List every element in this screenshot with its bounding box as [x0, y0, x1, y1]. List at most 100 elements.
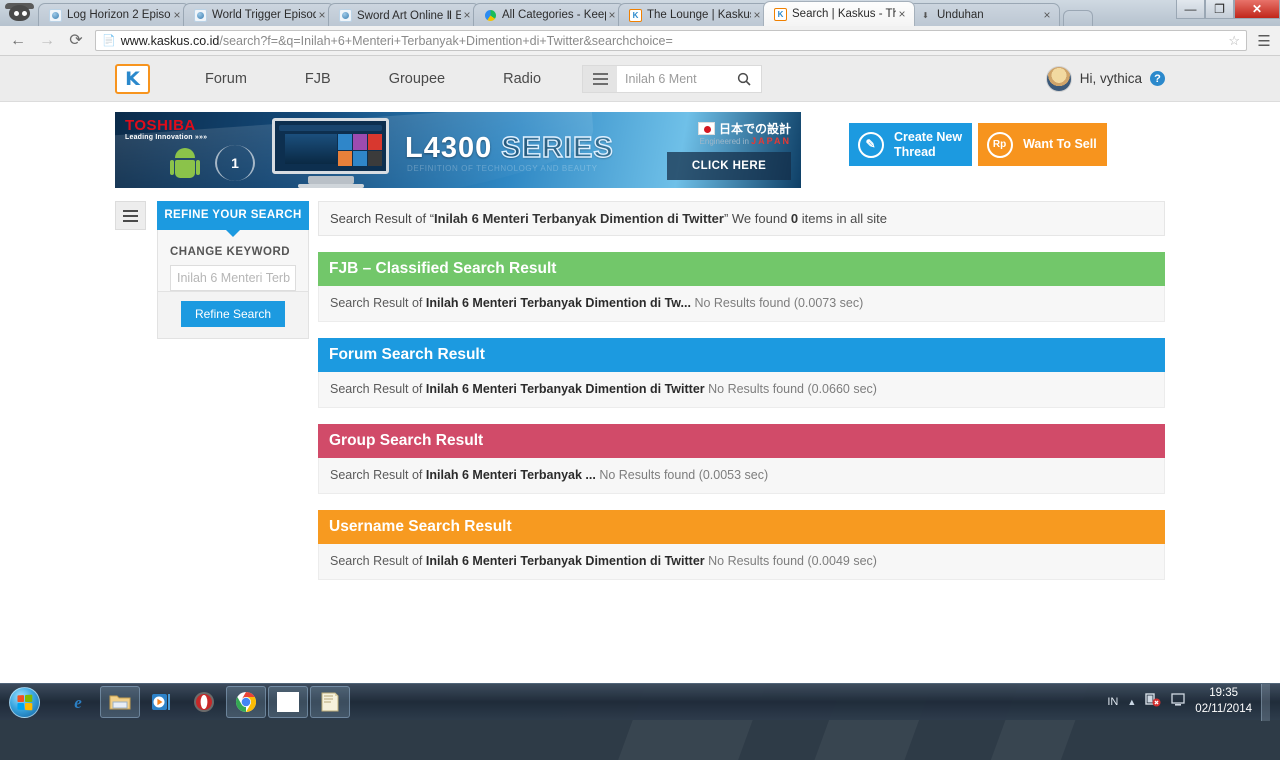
new-tab-button[interactable]: [1063, 10, 1093, 26]
section-title[interactable]: FJB – Classified Search Result: [318, 252, 1165, 286]
bookmark-star-icon[interactable]: ☆: [1220, 33, 1240, 49]
section-title[interactable]: Username Search Result: [318, 510, 1165, 544]
forward-button[interactable]: →: [37, 33, 57, 49]
pencil-icon: ✎: [849, 123, 892, 166]
television-product-image: [272, 118, 389, 186]
browser-tab[interactable]: World Trigger Episod ×: [183, 3, 335, 26]
body-query: Inilah 6 Menteri Terbanyak ...: [426, 468, 596, 482]
display-icon[interactable]: [1170, 692, 1186, 712]
browser-tab[interactable]: Sword Art Online Ⅱ E ×: [328, 3, 480, 26]
back-button[interactable]: ←: [8, 33, 28, 49]
browser-tab-active[interactable]: K Search | Kaskus - The ×: [763, 1, 915, 26]
create-thread-label-2: Thread: [894, 145, 936, 159]
banner-cta-button[interactable]: CLICK HERE: [667, 152, 791, 180]
windows-taskbar: e IN ▲: [0, 683, 1280, 720]
body-prefix: Search Result of: [330, 554, 426, 568]
toshiba-brand: TOSHIBA Leading Innovation »»»: [125, 117, 207, 141]
username-search-section: Username Search Result Search Result of …: [318, 510, 1165, 580]
avatar[interactable]: [1046, 66, 1072, 92]
page-viewport: K Forum FJB Groupee Radio Inilah 6 Ment: [0, 56, 1280, 683]
want-to-sell-button[interactable]: Rp Want To Sell: [978, 123, 1107, 166]
show-desktop-button[interactable]: [1261, 684, 1270, 721]
address-bar[interactable]: 📄 www.kaskus.co.id /search?f=&q=Inilah+6…: [95, 30, 1247, 51]
nav-item-fjb[interactable]: FJB: [276, 71, 360, 87]
download-icon: ⬇: [919, 9, 932, 22]
close-icon[interactable]: ×: [316, 9, 328, 21]
close-icon[interactable]: ×: [461, 9, 473, 21]
create-thread-label-1: Create New: [894, 130, 962, 144]
body-query: Inilah 6 Menteri Terbanyak Dimention di …: [426, 382, 705, 396]
group-search-section: Group Search Result Search Result of Ini…: [318, 424, 1165, 494]
japan-design-badge: 日本での設計: [698, 120, 791, 137]
section-title[interactable]: Forum Search Result: [318, 338, 1165, 372]
chrome-menu-icon[interactable]: ☰: [1256, 32, 1272, 50]
section-body: Search Result of Inilah 6 Menteri Terban…: [318, 544, 1165, 580]
tab-title: The Lounge | Kaskus: [647, 9, 751, 21]
section-body: Search Result of Inilah 6 Menteri Terban…: [318, 286, 1165, 322]
banner-row: TOSHIBA Leading Innovation »»» 1: [115, 112, 1165, 188]
nav-item-groupee[interactable]: Groupee: [360, 71, 474, 87]
media-player-icon[interactable]: [142, 686, 182, 718]
notepad-icon[interactable]: [310, 686, 350, 718]
section-title[interactable]: Group Search Result: [318, 424, 1165, 458]
close-window-button[interactable]: ✕: [1234, 0, 1280, 19]
file-explorer-icon[interactable]: [100, 686, 140, 718]
clock[interactable]: 19:35 02/11/2014: [1195, 686, 1252, 717]
nav-item-radio[interactable]: Radio: [474, 71, 570, 87]
keyword-input[interactable]: Inilah 6 Menteri Terb: [170, 265, 296, 291]
incognito-profile-icon[interactable]: [0, 0, 38, 26]
help-icon[interactable]: ?: [1150, 71, 1165, 86]
body-prefix: Search Result of: [330, 468, 426, 482]
browser-tab[interactable]: ⬇ Unduhan ×: [908, 3, 1060, 26]
google-chrome-icon[interactable]: [226, 686, 266, 718]
refine-search-button[interactable]: Refine Search: [181, 301, 285, 327]
body-status: No Results found (0.0053 sec): [596, 468, 768, 482]
chrome-browser-window: Log Horizon 2 Episod × World Trigger Epi…: [0, 0, 1280, 683]
user-area[interactable]: Hi, vythica ?: [1046, 66, 1165, 92]
close-icon[interactable]: ×: [896, 8, 908, 20]
maximize-button[interactable]: ❐: [1205, 0, 1234, 19]
tab-list: Log Horizon 2 Episod × World Trigger Epi…: [38, 0, 1176, 26]
browser-tab[interactable]: Log Horizon 2 Episod ×: [38, 3, 190, 26]
clock-time: 19:35: [1209, 687, 1238, 699]
blank-window-icon[interactable]: [268, 686, 308, 718]
browser-tab[interactable]: All Categories - Keep ×: [473, 3, 625, 26]
close-icon[interactable]: ×: [751, 9, 763, 21]
kaskus-icon: K: [629, 9, 642, 22]
network-error-icon[interactable]: [1145, 692, 1161, 712]
summary-query: Inilah 6 Menteri Terbanyak Dimention di …: [434, 211, 724, 226]
language-indicator[interactable]: IN: [1107, 696, 1118, 708]
window-controls: — ❐ ✕: [1176, 0, 1280, 26]
internet-explorer-icon[interactable]: e: [58, 686, 98, 718]
minimize-button[interactable]: —: [1176, 0, 1205, 19]
tab-title: Unduhan: [937, 9, 1041, 21]
show-hidden-icons-button[interactable]: ▲: [1127, 697, 1136, 707]
search-input[interactable]: Inilah 6 Ment: [617, 66, 727, 92]
change-keyword-section: CHANGE KEYWORD Inilah 6 Menteri Terb: [157, 230, 309, 292]
body-query: Inilah 6 Menteri Terbanyak Dimention di …: [426, 554, 705, 568]
start-button[interactable]: [0, 685, 48, 720]
create-new-thread-button[interactable]: ✎ Create New Thread: [849, 123, 972, 166]
search-category-menu-icon[interactable]: [583, 66, 617, 92]
engineered-in-japan: Engineered in JAPAN: [700, 136, 791, 146]
sidebar-toggle-button[interactable]: [115, 201, 146, 230]
browser-tab[interactable]: K The Lounge | Kaskus ×: [618, 3, 770, 26]
nav-item-forum[interactable]: Forum: [176, 71, 276, 87]
body-status: No Results found (0.0049 sec): [705, 554, 877, 568]
site-header: K Forum FJB Groupee Radio Inilah 6 Ment: [0, 56, 1280, 102]
close-icon[interactable]: ×: [171, 9, 183, 21]
site-search: Inilah 6 Ment: [582, 65, 762, 93]
tab-title: World Trigger Episod: [212, 9, 316, 21]
opera-icon[interactable]: [184, 686, 224, 718]
kaskus-logo[interactable]: K: [115, 64, 150, 94]
tab-title: Search | Kaskus - The: [792, 8, 896, 20]
close-icon[interactable]: ×: [1041, 9, 1053, 21]
url-path: /search?f=&q=Inilah+6+Menteri+Terbanyak+…: [219, 34, 672, 48]
search-icon[interactable]: [727, 66, 761, 92]
body-query: Inilah 6 Menteri Terbanyak Dimention di …: [426, 296, 691, 310]
toshiba-ad-banner[interactable]: TOSHIBA Leading Innovation »»» 1: [115, 112, 801, 188]
keep-icon: [484, 9, 497, 22]
reload-button[interactable]: ⟳: [66, 33, 86, 49]
close-icon[interactable]: ×: [606, 9, 618, 21]
summary-suffix: items in all site: [798, 211, 887, 226]
